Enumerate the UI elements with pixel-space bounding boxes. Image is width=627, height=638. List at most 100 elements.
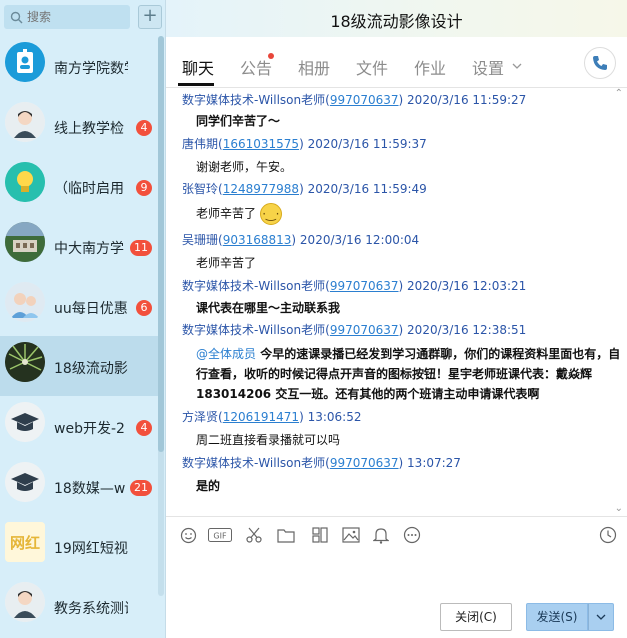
scissors-icon[interactable] [244, 525, 264, 545]
svg-text:网红: 网红 [10, 534, 40, 552]
sidebar: + 南方学院数学单 线上教学检 4 （临时启用 9 中大南方学 [0, 0, 166, 638]
session-item[interactable]: web开发-2 4 [0, 396, 160, 456]
session-list: 南方学院数学单 线上教学检 4 （临时启用 9 中大南方学 11 [0, 36, 160, 636]
message-text: 老师辛苦了 ·‿· [196, 203, 282, 225]
svg-text:GIF: GIF [213, 532, 227, 541]
phone-call-button[interactable] [584, 47, 616, 79]
tab-underline [178, 83, 214, 86]
scroll-up-icon[interactable]: ⌃ [615, 88, 623, 99]
message-text: 周二班直接看录播就可以吗 [196, 433, 341, 447]
more-icon[interactable] [402, 525, 422, 545]
session-name: 南方学院数学单 [54, 61, 128, 77]
gif-icon[interactable]: GIF [208, 525, 232, 545]
session-item[interactable]: 线上教学检 4 [0, 96, 160, 156]
unread-badge: 21 [130, 480, 152, 496]
palm-photo-avatar [5, 342, 45, 382]
session-item[interactable]: 18数媒—w 21 [0, 456, 160, 516]
tab-chat[interactable]: 聊天 [182, 55, 214, 79]
chevron-down-icon [512, 63, 522, 69]
image-icon[interactable] [341, 525, 361, 545]
qq-link[interactable]: 1248977988 [223, 182, 299, 196]
message-input[interactable] [166, 550, 627, 600]
id-card-avatar [5, 42, 45, 82]
person-avatar [5, 582, 45, 622]
send-options-button[interactable] [588, 603, 614, 631]
folder-icon[interactable] [276, 525, 296, 545]
screenshot-tool-icon[interactable] [310, 525, 330, 545]
unread-badge: 11 [130, 240, 152, 256]
qq-link[interactable]: 997070637 [330, 456, 399, 470]
graduation-cap-avatar [5, 402, 45, 442]
qq-link[interactable]: 997070637 [330, 323, 399, 337]
message-text: 课代表在哪里～主动联系我 [196, 301, 341, 315]
person-avatar [5, 102, 45, 142]
session-item[interactable]: （临时启用 9 [0, 156, 160, 216]
unread-badge: 6 [136, 300, 152, 316]
qq-link[interactable]: 1661031575 [223, 137, 299, 151]
emoji-icon[interactable] [178, 525, 198, 545]
session-item[interactable]: 南方学院数学单 [0, 36, 160, 96]
session-name: web开发-2 [54, 421, 125, 437]
message-text: 老师辛苦了 [196, 256, 257, 270]
qq-link[interactable]: 997070637 [330, 93, 399, 107]
unread-badge: 9 [136, 180, 152, 196]
close-button[interactable]: 关闭(C) [440, 603, 512, 631]
tab-homework[interactable]: 作业 [414, 55, 446, 79]
tab-notice[interactable]: 公告 [240, 55, 272, 79]
bell-icon[interactable] [371, 525, 391, 545]
send-button[interactable]: 发送(S) [526, 603, 588, 631]
session-item[interactable]: 教务系统测试群 [0, 576, 160, 636]
qq-link[interactable]: 997070637 [330, 279, 399, 293]
mention-all[interactable]: @全体成员 [196, 347, 256, 361]
message-text: 是的 [196, 479, 221, 493]
title-bar: 18级流动影像设计 [166, 0, 627, 37]
input-toolbar: GIF [166, 516, 627, 550]
tab-album[interactable]: 相册 [298, 55, 330, 79]
history-clock-icon[interactable] [598, 525, 618, 545]
lightbulb-avatar [5, 162, 45, 202]
message-header: 数字媒体技术-Willson老师(997070637) 2020/3/16 12… [182, 323, 527, 337]
search-input[interactable] [27, 10, 123, 24]
message-header: 张智玲(1248977988) 2020/3/16 11:59:49 [182, 182, 427, 196]
message-header: 唐伟期(1661031575) 2020/3/16 11:59:37 [182, 137, 427, 151]
sidebar-scrollbar-thumb[interactable] [158, 36, 164, 452]
qq-link[interactable]: 903168813 [223, 233, 292, 247]
session-item[interactable]: uu每日优惠 6 [0, 276, 160, 336]
session-name: （临时启用 [54, 181, 124, 197]
session-item[interactable]: 网红 19网红短视频发 [0, 516, 160, 576]
unread-badge: 4 [136, 420, 152, 436]
message-text: 谢谢老师，午安。 [196, 160, 293, 174]
wanghong-logo-avatar: 网红 [5, 522, 45, 562]
session-name: 线上教学检 [54, 121, 124, 137]
session-name: uu每日优惠 [54, 301, 128, 317]
chevron-down-icon [596, 614, 606, 620]
message-text: @全体成员 今早的速课录播已经发到学习通群聊，你们的课程资料里面也有，自 行查看，… [196, 347, 621, 401]
tab-settings[interactable]: 设置 [472, 55, 504, 79]
message-header: 方泽贤(1206191471) 13:06:52 [182, 410, 362, 424]
session-item[interactable]: 中大南方学 11 [0, 216, 160, 276]
graduation-cap-avatar [5, 462, 45, 502]
scroll-down-icon[interactable]: ⌄ [615, 503, 623, 514]
session-name: 18级流动影像设 [54, 361, 128, 377]
message-header: 数字媒体技术-Willson老师(997070637) 2020/3/16 12… [182, 279, 527, 293]
notice-dot [268, 53, 274, 59]
message-header: 数字媒体技术-Willson老师(997070637) 2020/3/16 11… [182, 93, 527, 107]
people-avatar [5, 282, 45, 322]
search-box[interactable] [4, 5, 130, 29]
message-text: 同学们辛苦了～ [196, 114, 281, 128]
tab-files[interactable]: 文件 [356, 55, 388, 79]
message-header: 吴珊珊(903168813) 2020/3/16 12:00:04 [182, 233, 420, 247]
tab-bar: 聊天 公告 相册 文件 作业 设置 [166, 37, 627, 88]
session-name: 18数媒—w [54, 481, 126, 497]
session-item-active[interactable]: 18级流动影像设 [0, 336, 160, 396]
message-header: 数字媒体技术-Willson老师(997070637) 13:07:27 [182, 456, 461, 470]
message-area[interactable]: ⌃ 数字媒体技术-Willson老师(997070637) 2020/3/16 … [166, 88, 627, 516]
session-name: 中大南方学 [54, 241, 124, 257]
campus-photo-avatar [5, 222, 45, 262]
window-title: 18级流动影像设计 [330, 12, 463, 31]
unread-badge: 4 [136, 120, 152, 136]
qq-link[interactable]: 1206191471 [223, 410, 299, 424]
phone-icon [593, 56, 607, 70]
add-button[interactable]: + [138, 5, 162, 29]
search-icon [10, 11, 23, 23]
